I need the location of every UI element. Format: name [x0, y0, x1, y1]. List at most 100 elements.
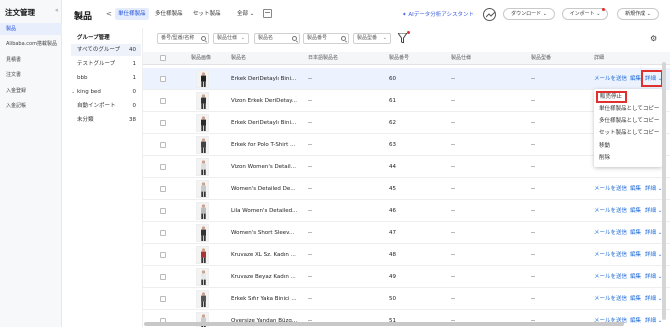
- group-item-bbb[interactable]: bbb 1: [71, 72, 141, 84]
- horizontal-scrollbar[interactable]: [144, 322, 624, 326]
- row-checkbox[interactable]: [160, 142, 166, 148]
- product-image[interactable]: [196, 180, 209, 198]
- product-image[interactable]: [196, 202, 209, 220]
- sidebar-item-purchase-orders[interactable]: 注文書: [0, 69, 62, 81]
- gear-icon[interactable]: ⚙: [650, 34, 657, 43]
- send-email-link[interactable]: メールを送信: [594, 200, 627, 222]
- table-row[interactable]: Women's Detailed De... -- 45 -- -- メールを送信 編集 詳細…: [143, 178, 670, 200]
- menu-item-stop-selling[interactable]: 販売停止: [596, 91, 627, 103]
- table-row[interactable]: Lila Women's Detailed... -- 46 -- -- メールを送信 編集…: [143, 200, 670, 222]
- group-item-all[interactable]: すべてのグループ 40: [71, 44, 141, 56]
- product-image[interactable]: [196, 268, 209, 286]
- product-name-filter[interactable]: 製品名: [254, 33, 300, 44]
- table-row[interactable]: Vizon Women's Detail... -- 44 -- --: [143, 156, 670, 178]
- edit-link[interactable]: 編集: [630, 222, 641, 244]
- edit-link[interactable]: 編集: [630, 178, 641, 200]
- row-checkbox[interactable]: [160, 98, 166, 104]
- menu-item-copy-multi-spec[interactable]: 多仕様製品としてコピー: [594, 115, 662, 127]
- group-item-uncategorized[interactable]: 未分類 38: [71, 114, 141, 126]
- product-image[interactable]: [196, 92, 209, 110]
- sidebar-item-products[interactable]: 製品: [0, 23, 62, 35]
- ai-analysis-assistant-link[interactable]: ✦ AIデータ分析アシスタント: [402, 10, 474, 18]
- filter-funnel-icon[interactable]: [398, 33, 407, 43]
- menu-item-move[interactable]: 移動: [594, 140, 662, 152]
- row-checkbox[interactable]: [160, 274, 166, 280]
- detail-dropdown-link[interactable]: 詳細 ⌄: [645, 200, 662, 222]
- menu-item-copy-set[interactable]: セット製品としてコピー: [594, 127, 662, 139]
- menu-item-copy-single-spec[interactable]: 単仕様製品としてコピー: [594, 103, 662, 115]
- select-all-checkbox[interactable]: [160, 55, 166, 61]
- detail-dropdown-link[interactable]: 詳細 ⌄: [645, 178, 662, 200]
- table-row[interactable]: Erkek DeriDetaylı Bini... -- 62 -- --: [143, 112, 670, 134]
- edit-link[interactable]: 編集: [630, 200, 641, 222]
- download-button[interactable]: ダウンロード ⌄: [503, 8, 555, 20]
- row-checkbox[interactable]: [160, 208, 166, 214]
- product-spec-filter[interactable]: 製品仕様 ⌄: [213, 33, 249, 44]
- table-row[interactable]: Vizon Erkek DeriDetay... -- 61 -- --: [143, 90, 670, 112]
- sidebar-item-payment-records[interactable]: 入金記帳: [0, 100, 62, 112]
- new-create-button[interactable]: 新規作成 ⌄: [617, 8, 659, 20]
- product-image[interactable]: [196, 290, 209, 308]
- table-row[interactable]: Kruvaze XL Sz. Kadın ... -- 48 -- -- メールを送信 編集…: [143, 244, 670, 266]
- vertical-scrollbar[interactable]: [662, 62, 666, 320]
- product-image[interactable]: [196, 224, 209, 242]
- table-row[interactable]: Kruvaze Beyaz Kadın ... -- 49 -- -- メールを送信 編集詳…: [143, 266, 670, 288]
- detail-dropdown-link[interactable]: 詳細 ⌄: [645, 266, 662, 288]
- tab-set-products[interactable]: セット製品: [190, 8, 224, 20]
- edit-link[interactable]: 編集: [630, 310, 641, 327]
- send-email-link[interactable]: メールを送信: [594, 68, 627, 90]
- detail-dropdown-link[interactable]: 詳細 ⌄: [645, 310, 662, 327]
- search-icon[interactable]: [292, 36, 297, 41]
- product-image[interactable]: [196, 246, 209, 264]
- group-item-auto-import[interactable]: 自動インポート 0: [71, 100, 141, 112]
- sidebar-item-payment-registration[interactable]: 入金登録: [0, 85, 62, 97]
- chevron-down-icon[interactable]: ⌄: [71, 86, 75, 98]
- row-checkbox[interactable]: [160, 186, 166, 192]
- product-image[interactable]: [196, 158, 209, 176]
- product-model-filter[interactable]: 製品型番 ⌄: [353, 33, 391, 44]
- send-email-link[interactable]: メールを送信: [594, 288, 627, 310]
- row-checkbox[interactable]: [160, 164, 166, 170]
- group-item-test[interactable]: テストグループ 1: [71, 58, 141, 70]
- edit-link[interactable]: 編集: [630, 266, 641, 288]
- search-icon[interactable]: [341, 36, 346, 41]
- back-arrow-icon[interactable]: <: [106, 10, 112, 18]
- send-email-link[interactable]: メールを送信: [594, 178, 627, 200]
- chart-icon[interactable]: [483, 8, 496, 21]
- tab-single-spec-products[interactable]: 単仕様製品: [115, 8, 149, 20]
- product-search-input[interactable]: 番号/型番/名称: [157, 33, 209, 44]
- edit-link[interactable]: 編集: [630, 288, 641, 310]
- product-number-filter[interactable]: 製品番号: [303, 33, 349, 44]
- table-row[interactable]: Erkek for Polo T-Shirt ... -- 63 -- --: [143, 134, 670, 156]
- table-row[interactable]: Women's Short Sleev... -- 47 -- -- メールを送信 編集 詳細…: [143, 222, 670, 244]
- japanese-name-cell: --: [308, 274, 312, 280]
- sidebar-item-alibaba-products[interactable]: Alibaba.com搭載製品: [0, 38, 62, 50]
- group-item-king-bed[interactable]: ⌄ king bed 0: [71, 86, 141, 98]
- calendar-icon[interactable]: [263, 9, 272, 18]
- row-checkbox[interactable]: [160, 76, 166, 82]
- send-email-link[interactable]: メールを送信: [594, 222, 627, 244]
- row-checkbox[interactable]: [160, 252, 166, 258]
- edit-link[interactable]: 編集: [630, 68, 641, 90]
- send-email-link[interactable]: メールを送信: [594, 266, 627, 288]
- product-image[interactable]: [196, 114, 209, 132]
- row-checkbox[interactable]: [160, 120, 166, 126]
- search-icon[interactable]: [201, 36, 206, 41]
- table-row[interactable]: Erkek DeriDetaylı Bini... -- 60 -- -- メールを送信編…: [143, 68, 670, 90]
- table-row[interactable]: Erkek Sıfır Yaka Binici ... -- 50 -- -- メールを送…: [143, 288, 670, 310]
- detail-dropdown-link[interactable]: 詳細 ⌄: [645, 244, 662, 266]
- detail-dropdown-link[interactable]: 詳細 ⌄: [645, 222, 662, 244]
- product-image[interactable]: [196, 136, 209, 154]
- row-checkbox[interactable]: [160, 296, 166, 302]
- row-checkbox[interactable]: [160, 230, 166, 236]
- send-email-link[interactable]: メールを送信: [594, 244, 627, 266]
- product-image[interactable]: [196, 70, 209, 88]
- tab-multi-spec-products[interactable]: 多仕様製品: [152, 8, 186, 20]
- detail-button-highlight[interactable]: [641, 70, 663, 87]
- collapse-sidebar-icon[interactable]: «: [55, 7, 59, 14]
- all-filter-dropdown[interactable]: 全部 ⌄: [237, 8, 254, 20]
- sidebar-item-quotations[interactable]: 見積書: [0, 54, 62, 66]
- detail-dropdown-link[interactable]: 詳細 ⌄: [645, 288, 662, 310]
- menu-item-delete[interactable]: 削除: [594, 152, 662, 164]
- edit-link[interactable]: 編集: [630, 244, 641, 266]
